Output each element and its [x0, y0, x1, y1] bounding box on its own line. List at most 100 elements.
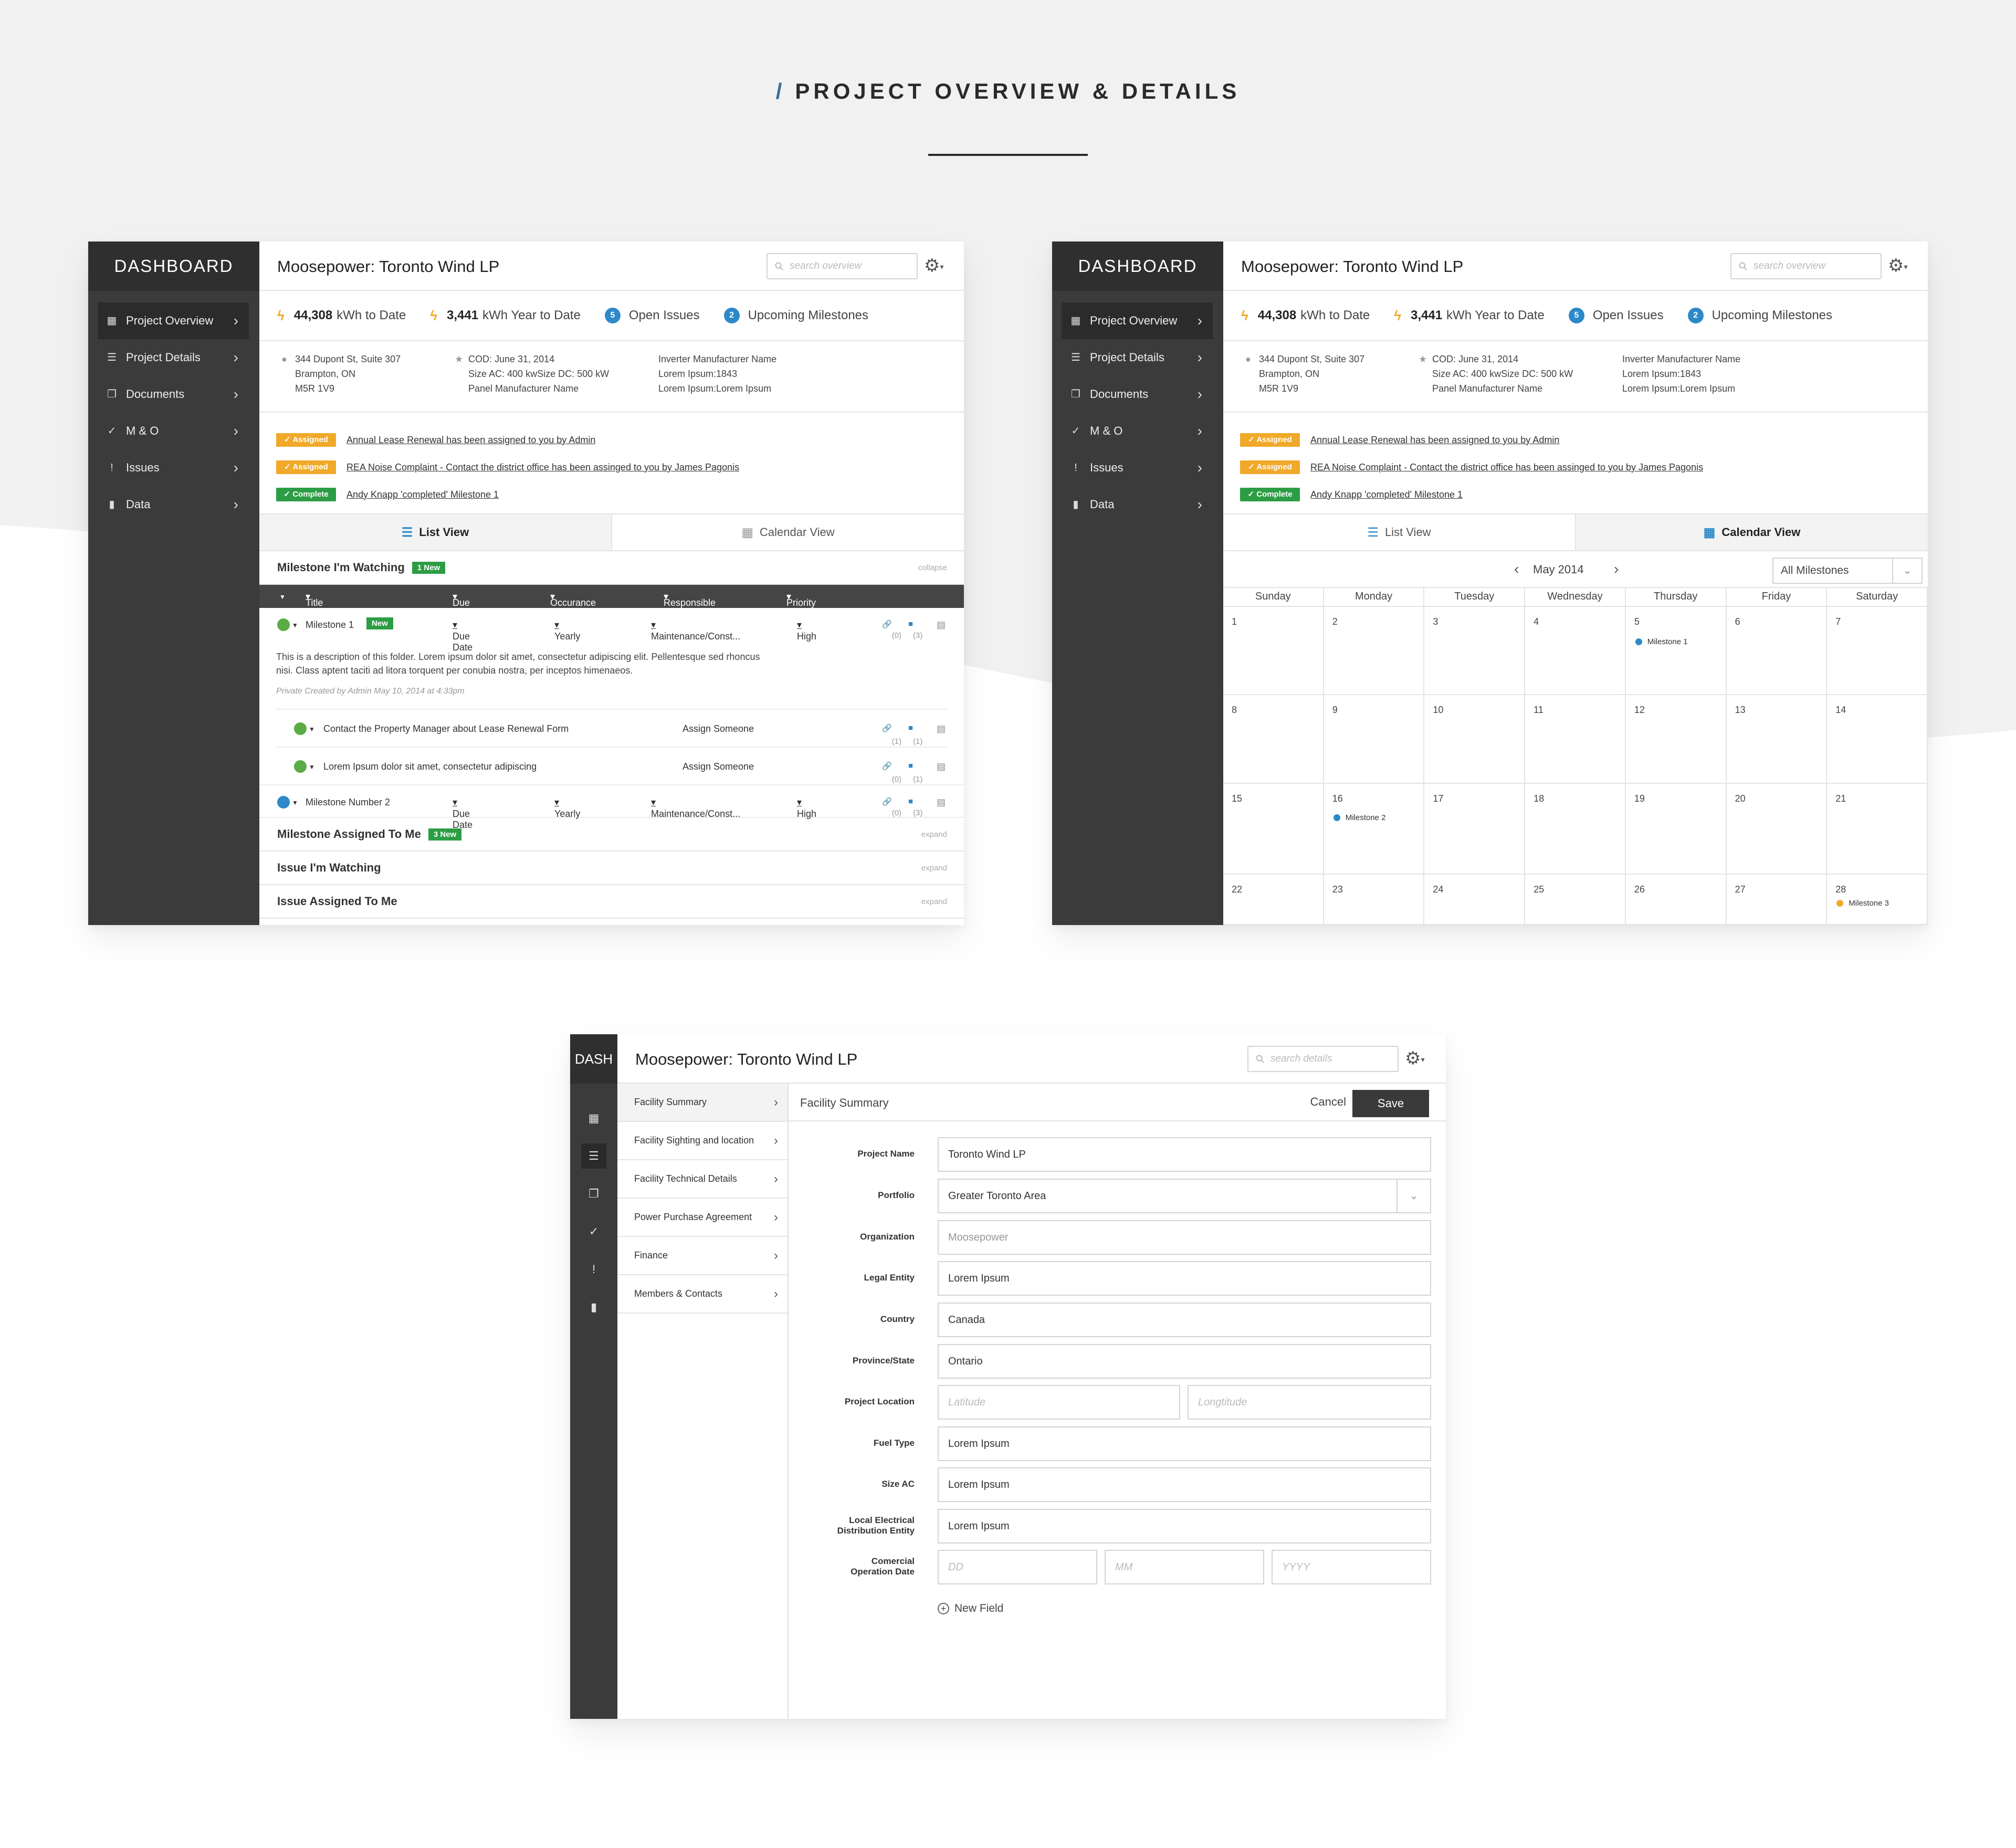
table-row[interactable]: ▼ Milestone Number 2 Due Date ▾ Yearly ▾… — [259, 784, 964, 830]
calendar-day[interactable]: 27 — [1726, 875, 1828, 925]
comment-icon[interactable]: ■ (1) — [908, 761, 922, 784]
sidebar-item-data[interactable]: ▮ — [570, 1288, 617, 1326]
calendar-day[interactable]: 11 — [1525, 695, 1626, 784]
stat-upcoming-milestones[interactable]: 2 Upcoming Milestones — [1687, 308, 1832, 323]
activity-link[interactable]: REA Noise Complaint - Contact the distri… — [346, 462, 739, 473]
calendar-day[interactable]: 15 — [1223, 784, 1324, 875]
menu-icon[interactable]: ▤ — [937, 797, 946, 808]
status-dot[interactable] — [277, 796, 290, 808]
calendar-day[interactable]: 5 Milestone 1 — [1625, 607, 1727, 695]
list-item[interactable]: ▼ Lorem Ipsum dolor sit amet, consectetu… — [276, 747, 947, 784]
sidebar-item-project-details[interactable]: ☰ Project Details › — [98, 339, 249, 376]
expand-link[interactable]: expand — [921, 897, 947, 906]
expand-link[interactable]: expand — [921, 830, 947, 839]
calendar-day[interactable]: 7 — [1827, 607, 1928, 695]
caret-icon[interactable]: ▼ — [309, 726, 315, 733]
column-due-date[interactable]: Due Date ▾ — [453, 591, 472, 619]
province-field[interactable]: Ontario — [938, 1344, 1431, 1379]
sidebar-item-project-overview[interactable]: ▦ Project Overview › — [98, 302, 249, 339]
search-input[interactable]: search details — [1247, 1046, 1399, 1072]
calendar-day[interactable]: 3 — [1424, 607, 1526, 695]
subnav-facility-technical[interactable]: Facility Technical Details › — [617, 1160, 788, 1199]
activity-link[interactable]: Annual Lease Renewal has been assigned t… — [1310, 435, 1559, 446]
assign-someone-link[interactable]: Assign Someone — [682, 761, 754, 772]
priority-select[interactable]: High ▾ — [797, 797, 816, 819]
calendar-day[interactable]: 10 — [1424, 695, 1526, 784]
subnav-members-contacts[interactable]: Members & Contacts › — [617, 1275, 788, 1314]
calendar-day[interactable]: 24 — [1424, 875, 1526, 925]
calendar-event[interactable]: Milestone 3 — [1836, 899, 1889, 908]
sidebar-item-issues[interactable]: ! — [570, 1251, 617, 1288]
next-month-icon[interactable]: › — [1614, 561, 1619, 578]
tab-calendar-view[interactable]: ▦ Calendar View — [611, 514, 964, 550]
stat-open-issues[interactable]: 5 Open Issues — [1568, 308, 1664, 323]
save-button[interactable]: Save — [1352, 1090, 1429, 1117]
sidebar-item-project-details[interactable]: ☰ Project Details › — [1062, 339, 1213, 376]
settings-gear-icon[interactable]: ⚙▾ — [1405, 1048, 1430, 1069]
subnav-power-purchase[interactable]: Power Purchase Agreement › — [617, 1199, 788, 1237]
sidebar-item-mo[interactable]: ✓ M & O › — [98, 413, 249, 449]
sidebar-item-project-overview[interactable]: ▦ Project Overview › — [1062, 302, 1213, 339]
column-occurance[interactable]: Occurance ▾ — [550, 591, 596, 608]
occurance-select[interactable]: Yearly ▾ — [554, 620, 580, 642]
comment-icon[interactable]: ■ (3) — [908, 797, 922, 817]
attachment-icon[interactable]: 🔗 (0) — [882, 797, 901, 817]
caret-icon[interactable]: ▼ — [292, 799, 298, 806]
status-dot[interactable] — [277, 618, 290, 631]
subnav-facility-summary[interactable]: Facility Summary › — [617, 1084, 788, 1122]
sidebar-item-data[interactable]: ▮ Data › — [1062, 486, 1213, 523]
new-field-button[interactable]: + New Field — [938, 1602, 1003, 1615]
attachment-icon[interactable]: 🔗 (0) — [882, 761, 901, 784]
table-row[interactable]: ▼ Milestone 1 New Due Date ▾ Yearly ▾ Ma… — [259, 608, 964, 653]
prev-month-icon[interactable]: ‹ — [1514, 561, 1519, 578]
sidebar-item-issues[interactable]: ! Issues › — [1062, 449, 1213, 486]
fuel-type-field[interactable]: Lorem Ipsum — [938, 1426, 1431, 1461]
calendar-day[interactable]: 4 — [1525, 607, 1626, 695]
stat-open-issues[interactable]: 5 Open Issues — [604, 308, 700, 323]
calendar-day[interactable]: 19 — [1625, 784, 1727, 875]
assign-someone-link[interactable]: Assign Someone — [682, 723, 754, 734]
distribution-entity-field[interactable]: Lorem Ipsum — [938, 1509, 1431, 1544]
activity-link[interactable]: Andy Knapp 'completed' Milestone 1 — [346, 489, 499, 500]
due-date-select[interactable]: Due Date ▾ — [453, 620, 472, 653]
subnav-finance[interactable]: Finance › — [617, 1237, 788, 1275]
status-dot[interactable] — [294, 760, 307, 773]
menu-icon[interactable]: ▤ — [937, 723, 946, 734]
cancel-button[interactable]: Cancel — [1310, 1095, 1346, 1109]
attachment-icon[interactable]: 🔗 (1) — [882, 723, 901, 746]
occurance-select[interactable]: Yearly ▾ — [554, 797, 580, 819]
caret-icon[interactable]: ▼ — [309, 763, 315, 771]
sidebar-item-mo[interactable]: ✓ M & O › — [1062, 413, 1213, 449]
sidebar-item-issues[interactable]: ! Issues › — [98, 449, 249, 486]
column-title[interactable]: Title ▾ — [306, 591, 323, 608]
calendar-day[interactable]: 16 Milestone 2 — [1324, 784, 1425, 875]
country-field[interactable]: Canada — [938, 1303, 1431, 1337]
calendar-day[interactable]: 6 — [1726, 607, 1828, 695]
tab-list-view[interactable]: ☰ List View — [1223, 514, 1575, 550]
calendar-day[interactable]: 28 Milestone 3 — [1827, 875, 1928, 925]
column-priority[interactable]: Priority ▾ — [786, 591, 816, 608]
menu-icon[interactable]: ▤ — [937, 620, 946, 631]
calendar-day[interactable]: 18 — [1525, 784, 1626, 875]
calendar-day[interactable]: 21 — [1827, 784, 1928, 875]
sidebar-item-documents[interactable]: ❐ Documents › — [98, 376, 249, 413]
list-item[interactable]: ▼ Contact the Property Manager about Lea… — [276, 709, 947, 747]
activity-link[interactable]: REA Noise Complaint - Contact the distri… — [1310, 462, 1703, 473]
priority-select[interactable]: High ▾ — [797, 620, 816, 642]
portfolio-select[interactable]: Greater Toronto Area ⌄ — [938, 1179, 1431, 1213]
calendar-day[interactable]: 22 — [1223, 875, 1324, 925]
calendar-day[interactable]: 1 — [1223, 607, 1324, 695]
party-select[interactable]: Maintenance/Const... ▾ — [651, 797, 740, 819]
longitude-field[interactable]: Longtitude — [1188, 1385, 1431, 1420]
party-select[interactable]: Maintenance/Const... ▾ — [651, 620, 740, 642]
tab-calendar-view[interactable]: ▦ Calendar View — [1575, 514, 1928, 550]
sidebar-item-documents[interactable]: ❐ Documents › — [1062, 376, 1213, 413]
settings-gear-icon[interactable]: ⚙▾ — [1888, 255, 1913, 276]
stat-upcoming-milestones[interactable]: 2 Upcoming Milestones — [723, 308, 868, 323]
calendar-day[interactable]: 8 — [1223, 695, 1324, 784]
activity-link[interactable]: Andy Knapp 'completed' Milestone 1 — [1310, 489, 1463, 500]
milestone-filter-select[interactable]: All Milestones ⌄ — [1772, 558, 1923, 584]
cod-day-field[interactable]: DD — [938, 1550, 1097, 1584]
caret-icon[interactable]: ▼ — [292, 622, 298, 629]
legal-entity-field[interactable]: Lorem Ipsum — [938, 1261, 1431, 1296]
